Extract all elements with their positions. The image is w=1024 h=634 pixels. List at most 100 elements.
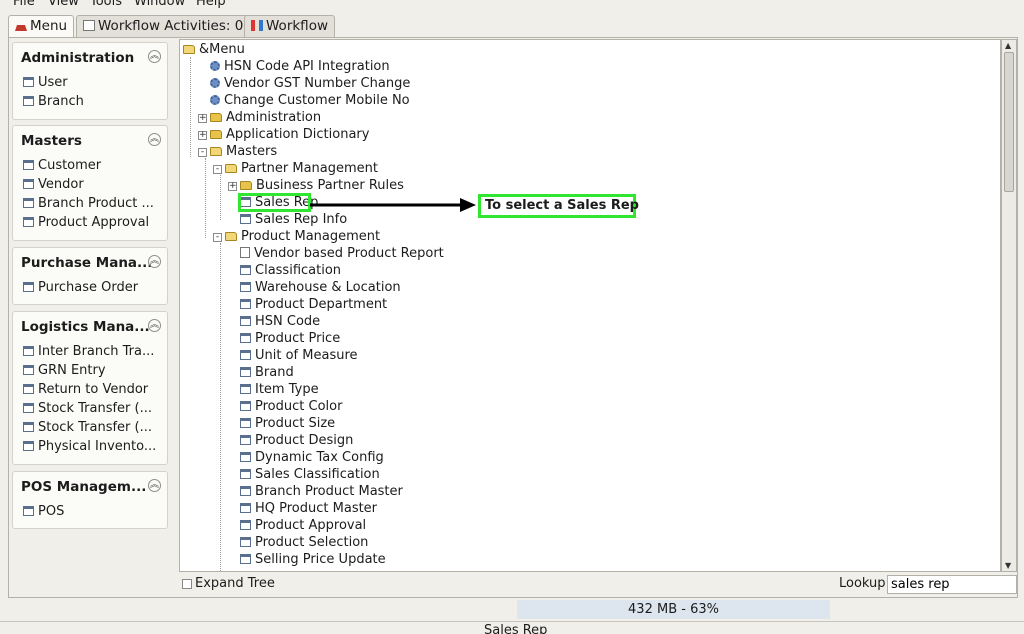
sidebar-item-product-approval[interactable]: Product Approval (23, 215, 149, 230)
tree-item[interactable]: Product Price (240, 330, 340, 347)
memory-indicator[interactable]: 432 MB - 63% (517, 600, 830, 619)
menu-tools[interactable]: Tools (90, 0, 122, 9)
tree-item[interactable]: Vendor GST Number Change (210, 75, 410, 92)
tree-item[interactable]: Item Type (240, 381, 319, 398)
tree-item[interactable]: Product Design (240, 432, 353, 449)
sidebar-item-pos[interactable]: POS (23, 504, 64, 519)
tree-item[interactable]: + Business Partner Rules (228, 177, 404, 194)
folder-icon (240, 181, 252, 190)
tab-workflow[interactable]: Workflow (244, 15, 335, 37)
tab-menu[interactable]: Menu (8, 15, 75, 38)
window-icon (240, 418, 251, 428)
tree-item[interactable]: HSN Code API Integration (210, 58, 390, 75)
sidebar-item-inter-branch[interactable]: Inter Branch Tra... (23, 344, 154, 359)
sidebar-item-return-to-vendor[interactable]: Return to Vendor (23, 382, 148, 397)
sidebar-item-purchase-order[interactable]: Purchase Order (23, 280, 138, 295)
tree-item[interactable]: Change Customer Mobile No (210, 92, 410, 109)
tree-item-label: Vendor GST Number Change (224, 76, 411, 91)
tree-item[interactable]: Selling Price Update (240, 551, 386, 568)
tree-item-label: Dynamic Tax Config (255, 450, 384, 465)
collapse-icon[interactable]: ︽ (148, 319, 161, 332)
tree-guide-line (190, 57, 191, 157)
menu-help[interactable]: Help (196, 0, 226, 9)
tab-workflow-activities[interactable]: Workflow Activities: 0 (76, 15, 251, 37)
menu-file[interactable]: File (13, 0, 35, 9)
collapse-node-icon[interactable]: - (198, 148, 207, 157)
tree-item[interactable]: - Masters (198, 143, 277, 160)
tree-item[interactable]: &Menu (183, 41, 245, 58)
sidebar-item-vendor[interactable]: Vendor (23, 177, 84, 192)
menu-view[interactable]: View (48, 0, 79, 9)
expand-icon[interactable]: + (198, 131, 207, 140)
tree-item[interactable]: Branch Product Master (240, 483, 403, 500)
tree-item[interactable]: Sales Classification (240, 466, 380, 483)
lookup-label: Lookup (839, 576, 886, 591)
report-icon (240, 247, 250, 258)
window-icon (23, 506, 34, 516)
window-icon (23, 441, 34, 451)
sidebar-group-purchase: Purchase Mana... ︽ Purchase Order (12, 247, 168, 305)
tree-item[interactable]: Product Size (240, 415, 335, 432)
menu-tree[interactable]: &Menu HSN Code API Integration Vendor GST … (179, 39, 1001, 572)
window-icon (23, 365, 34, 375)
tree-item[interactable]: Brand (240, 364, 294, 381)
expand-icon[interactable]: + (228, 182, 237, 191)
tree-item[interactable]: Unit of Measure (240, 347, 358, 364)
collapse-node-icon[interactable]: - (213, 233, 222, 242)
expand-icon[interactable]: + (198, 114, 207, 123)
tree-item-label: HSN Code (255, 314, 321, 329)
tree-item-label: Change Customer Mobile No (224, 93, 410, 108)
tree-item[interactable]: - Product Management (213, 228, 380, 245)
tree-item[interactable]: - Partner Management (213, 160, 378, 177)
sidebar-item-branch[interactable]: Branch (23, 94, 84, 109)
tree-item[interactable]: Dynamic Tax Config (240, 449, 384, 466)
window-icon (23, 77, 34, 87)
sidebar-item-grn-entry[interactable]: GRN Entry (23, 363, 106, 378)
scroll-up-arrow-icon[interactable]: ▲ (1005, 41, 1011, 50)
item-label: Vendor (38, 177, 84, 192)
collapse-icon[interactable]: ︽ (148, 479, 161, 492)
tree-item[interactable]: HSN Code (240, 313, 320, 330)
window-icon (240, 299, 251, 309)
tree-item-label: Product Color (255, 399, 343, 414)
collapse-icon[interactable]: ︽ (148, 133, 161, 146)
tree-item[interactable]: HQ Product Master (240, 500, 377, 517)
sidebar-item-customer[interactable]: Customer (23, 158, 101, 173)
sidebar-item-branch-product[interactable]: Branch Product ... (23, 196, 154, 211)
tree-item[interactable]: + Application Dictionary (198, 126, 369, 143)
expand-tree-checkbox[interactable] (182, 579, 192, 589)
tree-item-label: Selling Price Update (255, 552, 386, 567)
tree-item-label: Classification (255, 263, 342, 278)
group-title: Administration (21, 50, 135, 66)
collapse-icon[interactable]: ︽ (148, 50, 161, 63)
lookup-input[interactable] (887, 575, 1017, 594)
collapse-node-icon[interactable]: - (213, 165, 222, 174)
tree-item[interactable]: Product Selection (240, 534, 368, 551)
sidebar-item-stock-transfer-2[interactable]: Stock Transfer (... (23, 420, 152, 435)
sidebar-item-user[interactable]: User (23, 75, 68, 90)
item-label: Inter Branch Tra... (38, 344, 155, 359)
window-icon (240, 452, 251, 462)
tree-item-label: Product Approval (255, 518, 367, 533)
tree-item[interactable]: Vendor based Product Report (240, 245, 444, 262)
collapse-icon[interactable]: ︽ (148, 255, 161, 268)
window-icon (23, 160, 34, 170)
tree-scrollbar[interactable]: ▲ ▼ (1001, 39, 1017, 572)
tree-item[interactable]: Classification (240, 262, 341, 279)
tree-item[interactable]: Product Color (240, 398, 342, 415)
group-title: Logistics Mana... (21, 319, 150, 335)
sidebar-group-administration: Administration ︽ User Branch (12, 42, 168, 120)
sidebar-item-stock-transfer-1[interactable]: Stock Transfer (... (23, 401, 152, 416)
tree-item[interactable]: Product Approval (240, 517, 366, 534)
expand-tree-label[interactable]: Expand Tree (195, 576, 275, 591)
home-icon (15, 20, 27, 31)
scrollbar-thumb[interactable] (1004, 52, 1014, 192)
sidebar-item-physical-inventory[interactable]: Physical Invento... (23, 439, 156, 454)
scroll-down-arrow-icon[interactable]: ▼ (1005, 561, 1011, 570)
menu-window[interactable]: Window (134, 0, 185, 9)
window-icon (240, 503, 251, 513)
tree-item[interactable]: Product Department (240, 296, 387, 313)
tree-item[interactable]: Warehouse & Location (240, 279, 401, 296)
window-icon (23, 217, 34, 227)
tree-item[interactable]: + Administration (198, 109, 321, 126)
